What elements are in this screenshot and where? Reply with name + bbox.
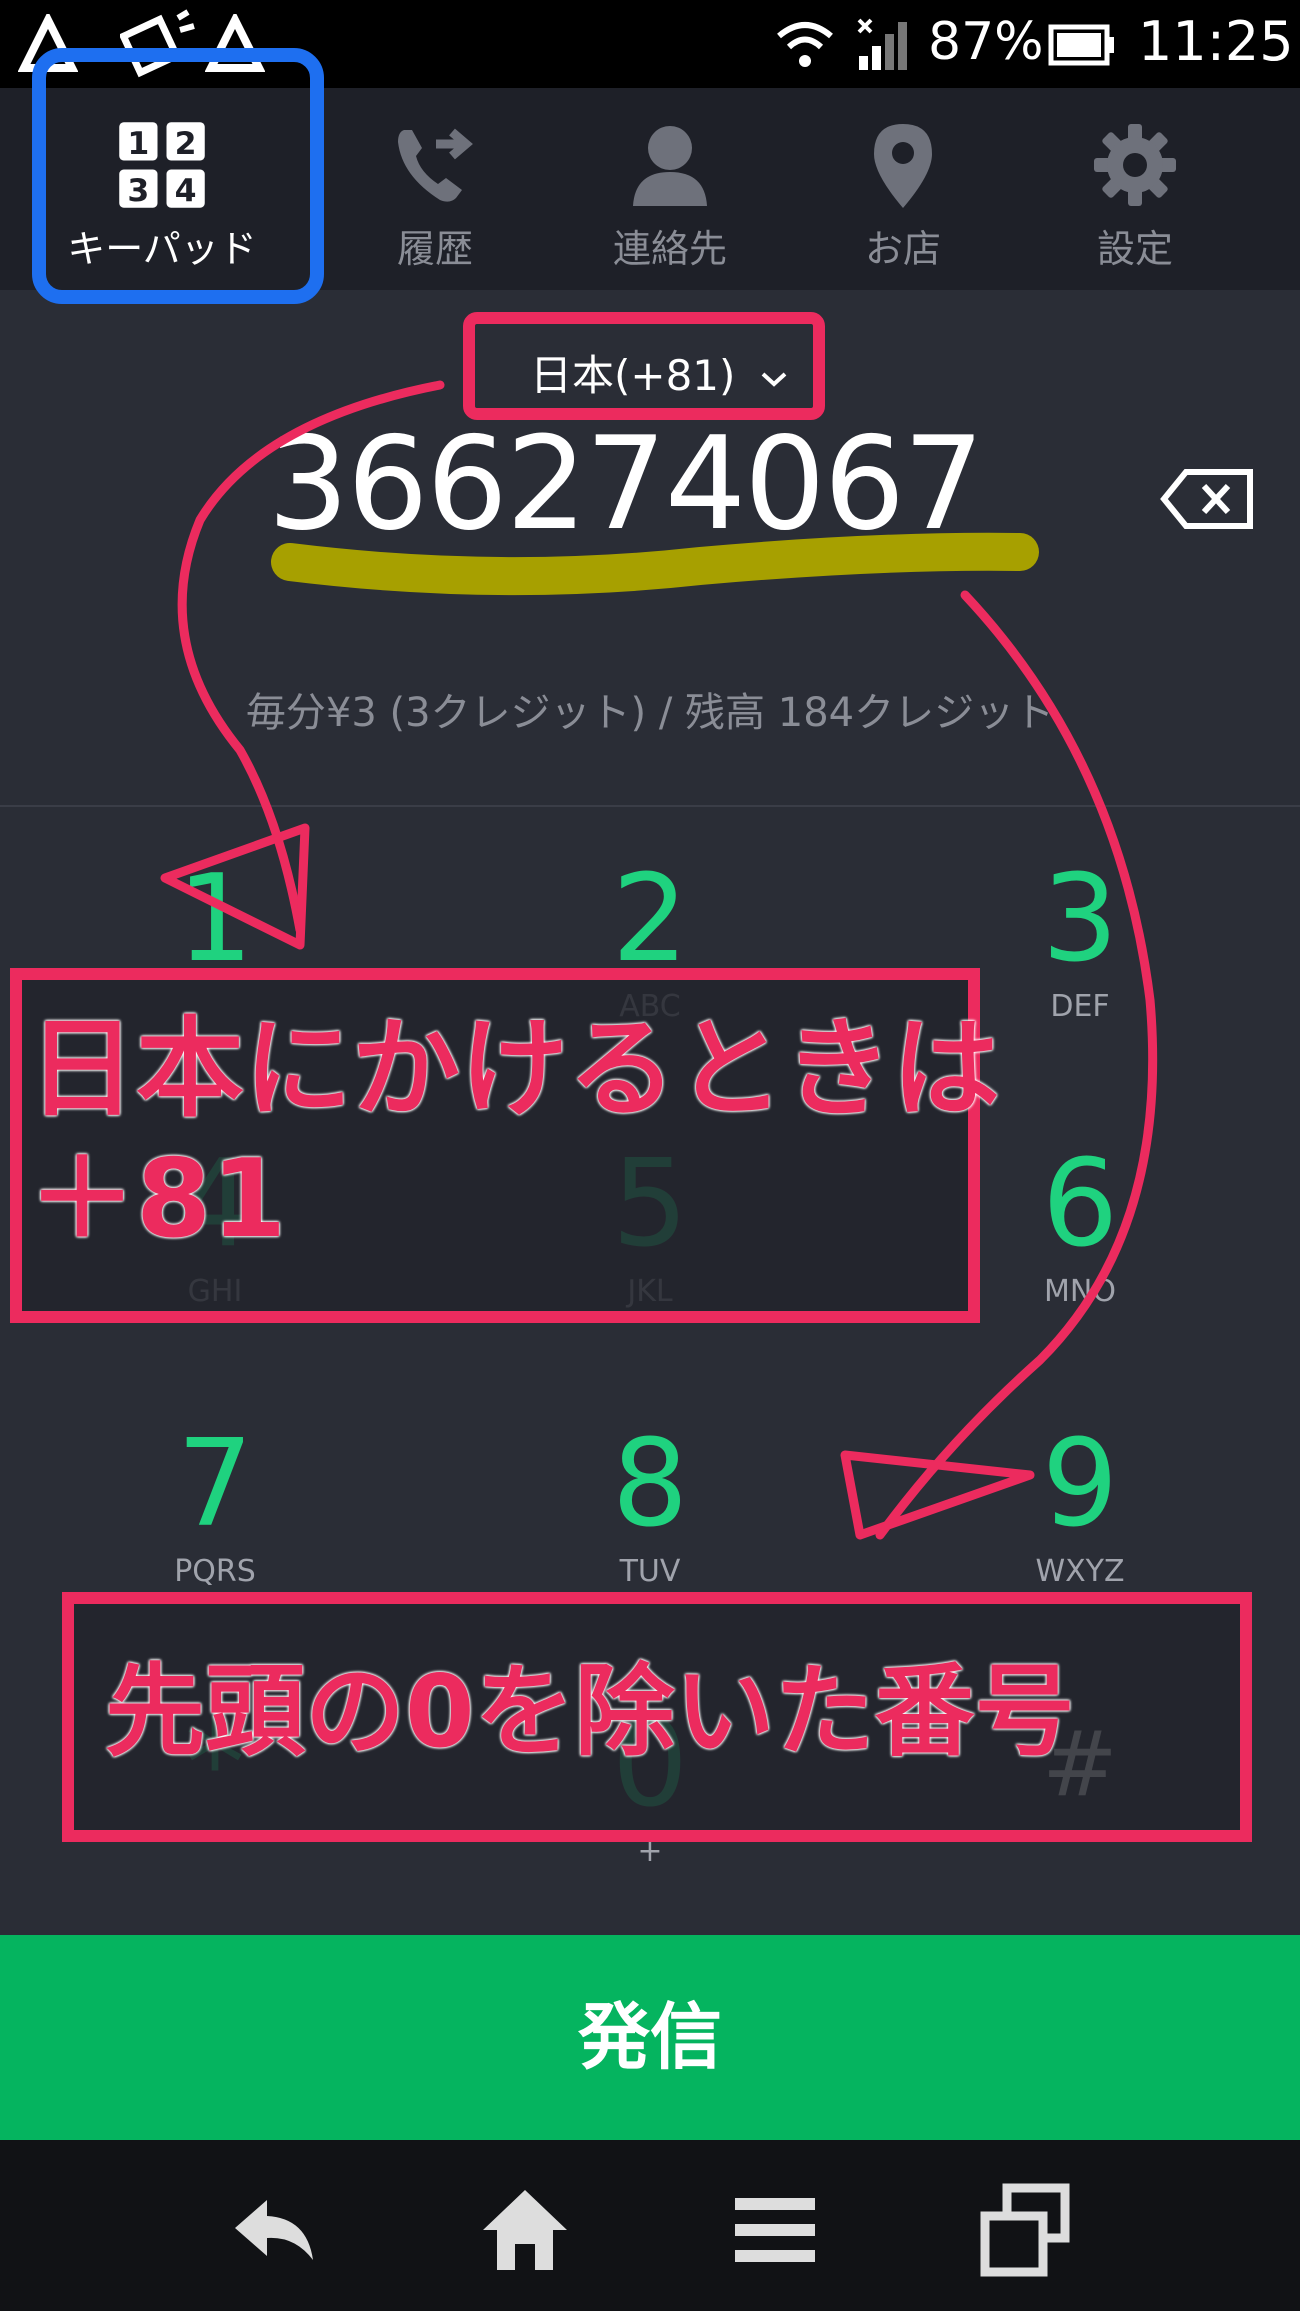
- home-icon[interactable]: [475, 2180, 575, 2280]
- keypad-icon-digit: 1: [127, 126, 149, 162]
- key-letters: WXYZ: [1035, 1554, 1125, 1589]
- status-bar: 87% 11:25: [0, 0, 1300, 88]
- gear-icon: [1094, 124, 1176, 206]
- key-digit: 5: [611, 1135, 689, 1274]
- key-4[interactable]: 4 GHI: [65, 1140, 365, 1360]
- divider: [0, 805, 1300, 807]
- notification-icon: [205, 14, 265, 72]
- system-nav-bar: [0, 2140, 1300, 2311]
- backspace-icon: [1160, 469, 1253, 529]
- battery-percent: 87%: [928, 12, 1044, 72]
- country-code-label: 日本(+81): [530, 351, 736, 400]
- key-letters: MNO: [1044, 1274, 1116, 1309]
- key-digit: 9: [1041, 1415, 1119, 1554]
- key-digit: 4: [176, 1135, 254, 1274]
- key-digit: 0: [611, 1695, 689, 1834]
- keypad-icon-digit: 2: [175, 126, 197, 162]
- key-7[interactable]: 7 PQRS: [65, 1420, 365, 1640]
- rate-balance-text: 毎分¥3 (3クレジット) / 残高 184クレジット: [245, 690, 1055, 736]
- key-digit: #: [1042, 1712, 1118, 1817]
- country-selector[interactable]: 日本(+81): [530, 342, 789, 403]
- key-letters: JKL: [627, 1274, 673, 1309]
- notification-icon: [18, 14, 78, 72]
- tab-keypad[interactable]: 1 2 3 4 キーパッド: [67, 88, 257, 290]
- key-8[interactable]: 8 TUV: [500, 1420, 800, 1640]
- wifi-icon: [777, 22, 833, 67]
- menu-icon[interactable]: [725, 2180, 825, 2280]
- key-digit: 7: [176, 1415, 254, 1554]
- tab-label: お店: [864, 227, 941, 271]
- key-digit: 2: [611, 850, 689, 989]
- key-star[interactable]: *: [65, 1700, 365, 1920]
- key-1[interactable]: 1: [65, 855, 365, 1075]
- key-digit: 8: [611, 1415, 689, 1554]
- contact-person-icon: [633, 126, 707, 206]
- key-3[interactable]: 3 DEF: [930, 855, 1230, 1075]
- key-letters: GHI: [187, 1274, 243, 1309]
- key-letters: ABC: [619, 989, 681, 1024]
- location-pin-icon: [874, 124, 932, 208]
- tab-label: 連絡先: [612, 227, 727, 271]
- recent-apps-icon[interactable]: [975, 2180, 1075, 2280]
- clock: 11:25: [1138, 10, 1294, 73]
- key-0[interactable]: 0 +: [500, 1700, 800, 1920]
- tab-bar: 1 2 3 4 キーパッド 履歴 連絡先 お店 設定: [0, 88, 1300, 290]
- cell-signal-icon: [857, 18, 907, 70]
- key-hash[interactable]: #: [930, 1700, 1230, 1920]
- tab-shop[interactable]: お店: [808, 88, 998, 290]
- key-digit: *: [185, 1695, 245, 1834]
- key-digit: 6: [1041, 1135, 1119, 1274]
- key-letters: PQRS: [174, 1554, 256, 1589]
- key-digit: 3: [1041, 850, 1119, 989]
- key-9[interactable]: 9 WXYZ: [930, 1420, 1230, 1640]
- number-display-area: 日本(+81) 366274067 毎分¥3 (3クレジット) / 残高 184…: [0, 290, 1300, 805]
- call-history-icon: [398, 128, 473, 202]
- tab-label: 履歴: [396, 227, 473, 271]
- tab-settings[interactable]: 設定: [1040, 88, 1230, 290]
- notification-icon: [120, 9, 195, 78]
- key-digit: 1: [176, 850, 254, 989]
- battery-icon: [1048, 24, 1114, 66]
- key-letters: +: [637, 1834, 663, 1869]
- tab-contacts[interactable]: 連絡先: [575, 88, 765, 290]
- key-2[interactable]: 2 ABC: [500, 855, 800, 1075]
- back-icon[interactable]: [225, 2180, 325, 2280]
- chevron-down-icon: [761, 372, 787, 387]
- tab-label: キーパッド: [67, 227, 257, 271]
- keypad-icon-digit: 4: [175, 173, 197, 209]
- key-letters: DEF: [1050, 989, 1110, 1024]
- tab-history[interactable]: 履歴: [340, 88, 530, 290]
- keypad-icon: 1 2 3 4: [119, 122, 205, 209]
- phone-number-display[interactable]: 366274067: [0, 410, 1300, 559]
- tab-label: 設定: [1096, 227, 1173, 271]
- key-5[interactable]: 5 JKL: [500, 1140, 800, 1360]
- call-button[interactable]: 発信: [0, 1935, 1300, 2140]
- keypad-icon-digit: 3: [127, 173, 149, 209]
- key-letters: TUV: [619, 1554, 681, 1589]
- key-6[interactable]: 6 MNO: [930, 1140, 1230, 1360]
- backspace-button[interactable]: [1160, 468, 1260, 538]
